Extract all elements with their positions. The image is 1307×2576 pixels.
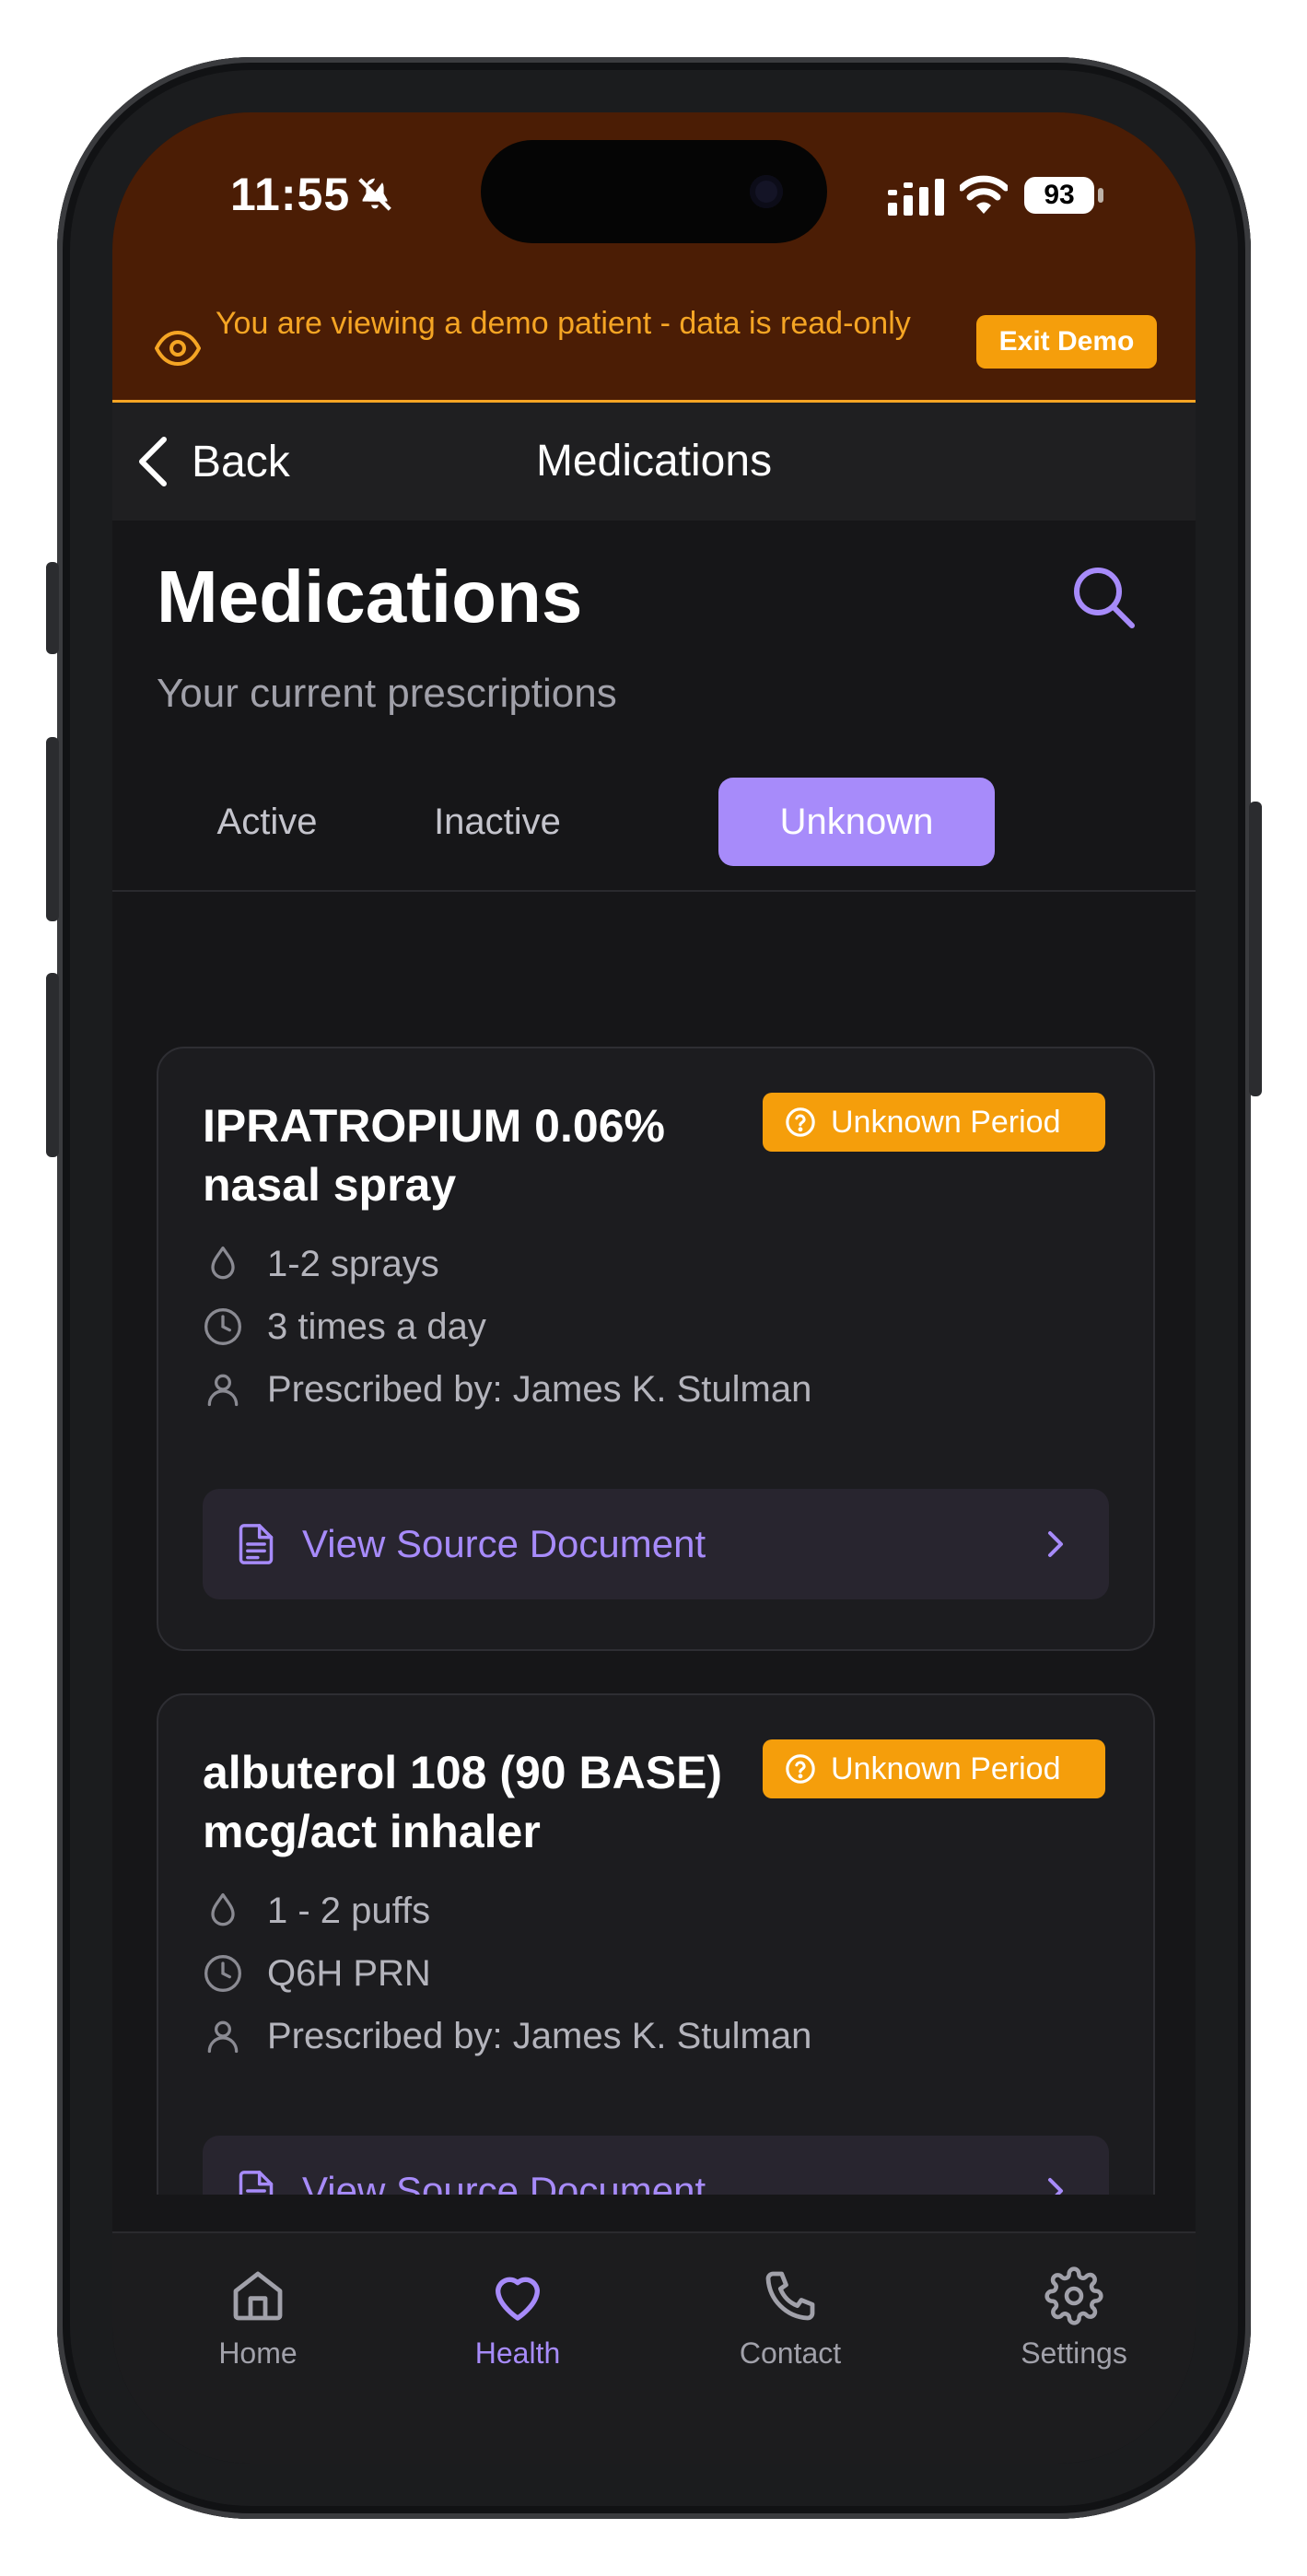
wifi-icon <box>960 175 1008 214</box>
camera-lens <box>750 175 783 208</box>
droplet-icon <box>211 1892 235 1926</box>
medication-name: albuterol 108 (90 BASE) mcg/act inhaler <box>203 1747 723 1857</box>
volume-up-button <box>46 737 59 921</box>
navigation-bar: Medications Back <box>112 403 1196 521</box>
dose-row: 1-2 sprays <box>203 1238 439 1290</box>
cellular-signal-icon <box>888 179 944 216</box>
action-button <box>46 562 59 654</box>
tab-inactive[interactable]: Inactive <box>387 778 608 866</box>
user-icon <box>207 1374 239 1407</box>
badge-label: Unknown Period <box>831 1105 1061 1140</box>
dose-row: 1 - 2 puffs <box>203 1885 430 1937</box>
volume-down-button <box>46 973 59 1157</box>
dose-text: 1-2 sprays <box>267 1243 439 1284</box>
nav-label-contact: Contact <box>739 2336 842 2370</box>
frequency-text: Q6H PRN <box>267 1952 431 1994</box>
badge-label: Unknown Period <box>831 1751 1061 1786</box>
battery-nub <box>1098 188 1103 203</box>
droplet-icon <box>211 1246 235 1280</box>
source-label: View Source Document <box>302 2169 706 2195</box>
nav-item-settings[interactable]: Settings <box>982 2266 1166 2371</box>
status-bar: 11:55 93 <box>112 112 1196 289</box>
nav-item-health[interactable]: Health <box>426 2266 610 2371</box>
app-screen: 11:55 93 You are viewing a demo patient … <box>112 112 1196 2464</box>
bell-slash-icon <box>358 178 391 211</box>
prescriber-row: Prescribed by: James K. Stulman <box>203 1364 811 1415</box>
tab-active[interactable]: Active <box>157 778 378 866</box>
view-source-document-button[interactable]: View Source Document <box>203 2136 1109 2195</box>
heart-icon <box>496 2277 540 2321</box>
battery-indicator: 93 <box>1024 177 1094 214</box>
file-text-icon <box>239 2171 274 2195</box>
nav-item-home[interactable]: Home <box>166 2266 350 2371</box>
eye-icon <box>155 330 201 367</box>
chevron-right-icon <box>1048 1531 1063 1557</box>
page-subtitle: Your current prescriptions <box>157 671 617 716</box>
prescriber-text: Prescribed by: James K. Stulman <box>267 1368 812 1410</box>
power-button <box>1249 802 1262 1096</box>
page-title: Medications <box>157 556 583 638</box>
nav-label-health: Health <box>474 2336 561 2370</box>
view-source-document-button[interactable]: View Source Document <box>203 1489 1109 1599</box>
medication-card: albuterol 108 (90 BASE) mcg/act inhaler … <box>157 1693 1155 2195</box>
frequency-row: Q6H PRN <box>203 1948 431 1999</box>
nav-item-contact[interactable]: Contact <box>698 2266 882 2371</box>
search-icon[interactable] <box>1070 564 1137 630</box>
dose-text: 1 - 2 puffs <box>267 1890 431 1931</box>
demo-banner: You are viewing a demo patient - data is… <box>112 289 1196 403</box>
back-label: Back <box>192 437 290 486</box>
medication-name: IPRATROPIUM 0.06% nasal spray <box>203 1100 665 1211</box>
demo-message: You are viewing a demo patient - data is… <box>216 306 911 341</box>
prescriber-text: Prescribed by: James K. Stulman <box>267 2015 812 2056</box>
exit-demo-button[interactable]: Exit Demo <box>976 315 1157 369</box>
tab-unknown[interactable]: Unknown <box>718 778 995 866</box>
back-button[interactable]: Back <box>134 430 290 493</box>
source-label: View Source Document <box>302 1522 706 1565</box>
phone-icon <box>765 2271 815 2321</box>
chevron-left-icon <box>139 437 167 486</box>
prescriber-row: Prescribed by: James K. Stulman <box>203 2010 811 2062</box>
status-badge: Unknown Period <box>763 1739 1105 1798</box>
nav-label-home: Home <box>218 2336 298 2370</box>
user-icon <box>207 2020 239 2054</box>
help-circle-icon <box>786 1107 815 1137</box>
nav-label-settings: Settings <box>1021 2336 1127 2370</box>
status-badge: Unknown Period <box>763 1093 1105 1152</box>
clock-icon <box>204 1955 241 1992</box>
status-time: 11:55 <box>230 169 351 220</box>
chevron-right-icon <box>1048 2178 1063 2195</box>
bottom-navigation: Home Health Contact Settings <box>112 2231 1196 2464</box>
file-text-icon <box>239 1524 274 1564</box>
frequency-text: 3 times a day <box>267 1306 486 1347</box>
gear-icon <box>1044 2266 1103 2325</box>
frequency-row: 3 times a day <box>203 1301 486 1352</box>
home-icon <box>233 2271 283 2321</box>
help-circle-icon <box>786 1754 815 1784</box>
medication-list[interactable]: IPRATROPIUM 0.06% nasal spray Unknown Pe… <box>112 892 1196 2195</box>
medication-card: IPRATROPIUM 0.06% nasal spray Unknown Pe… <box>157 1047 1155 1651</box>
clock-icon <box>204 1308 241 1345</box>
